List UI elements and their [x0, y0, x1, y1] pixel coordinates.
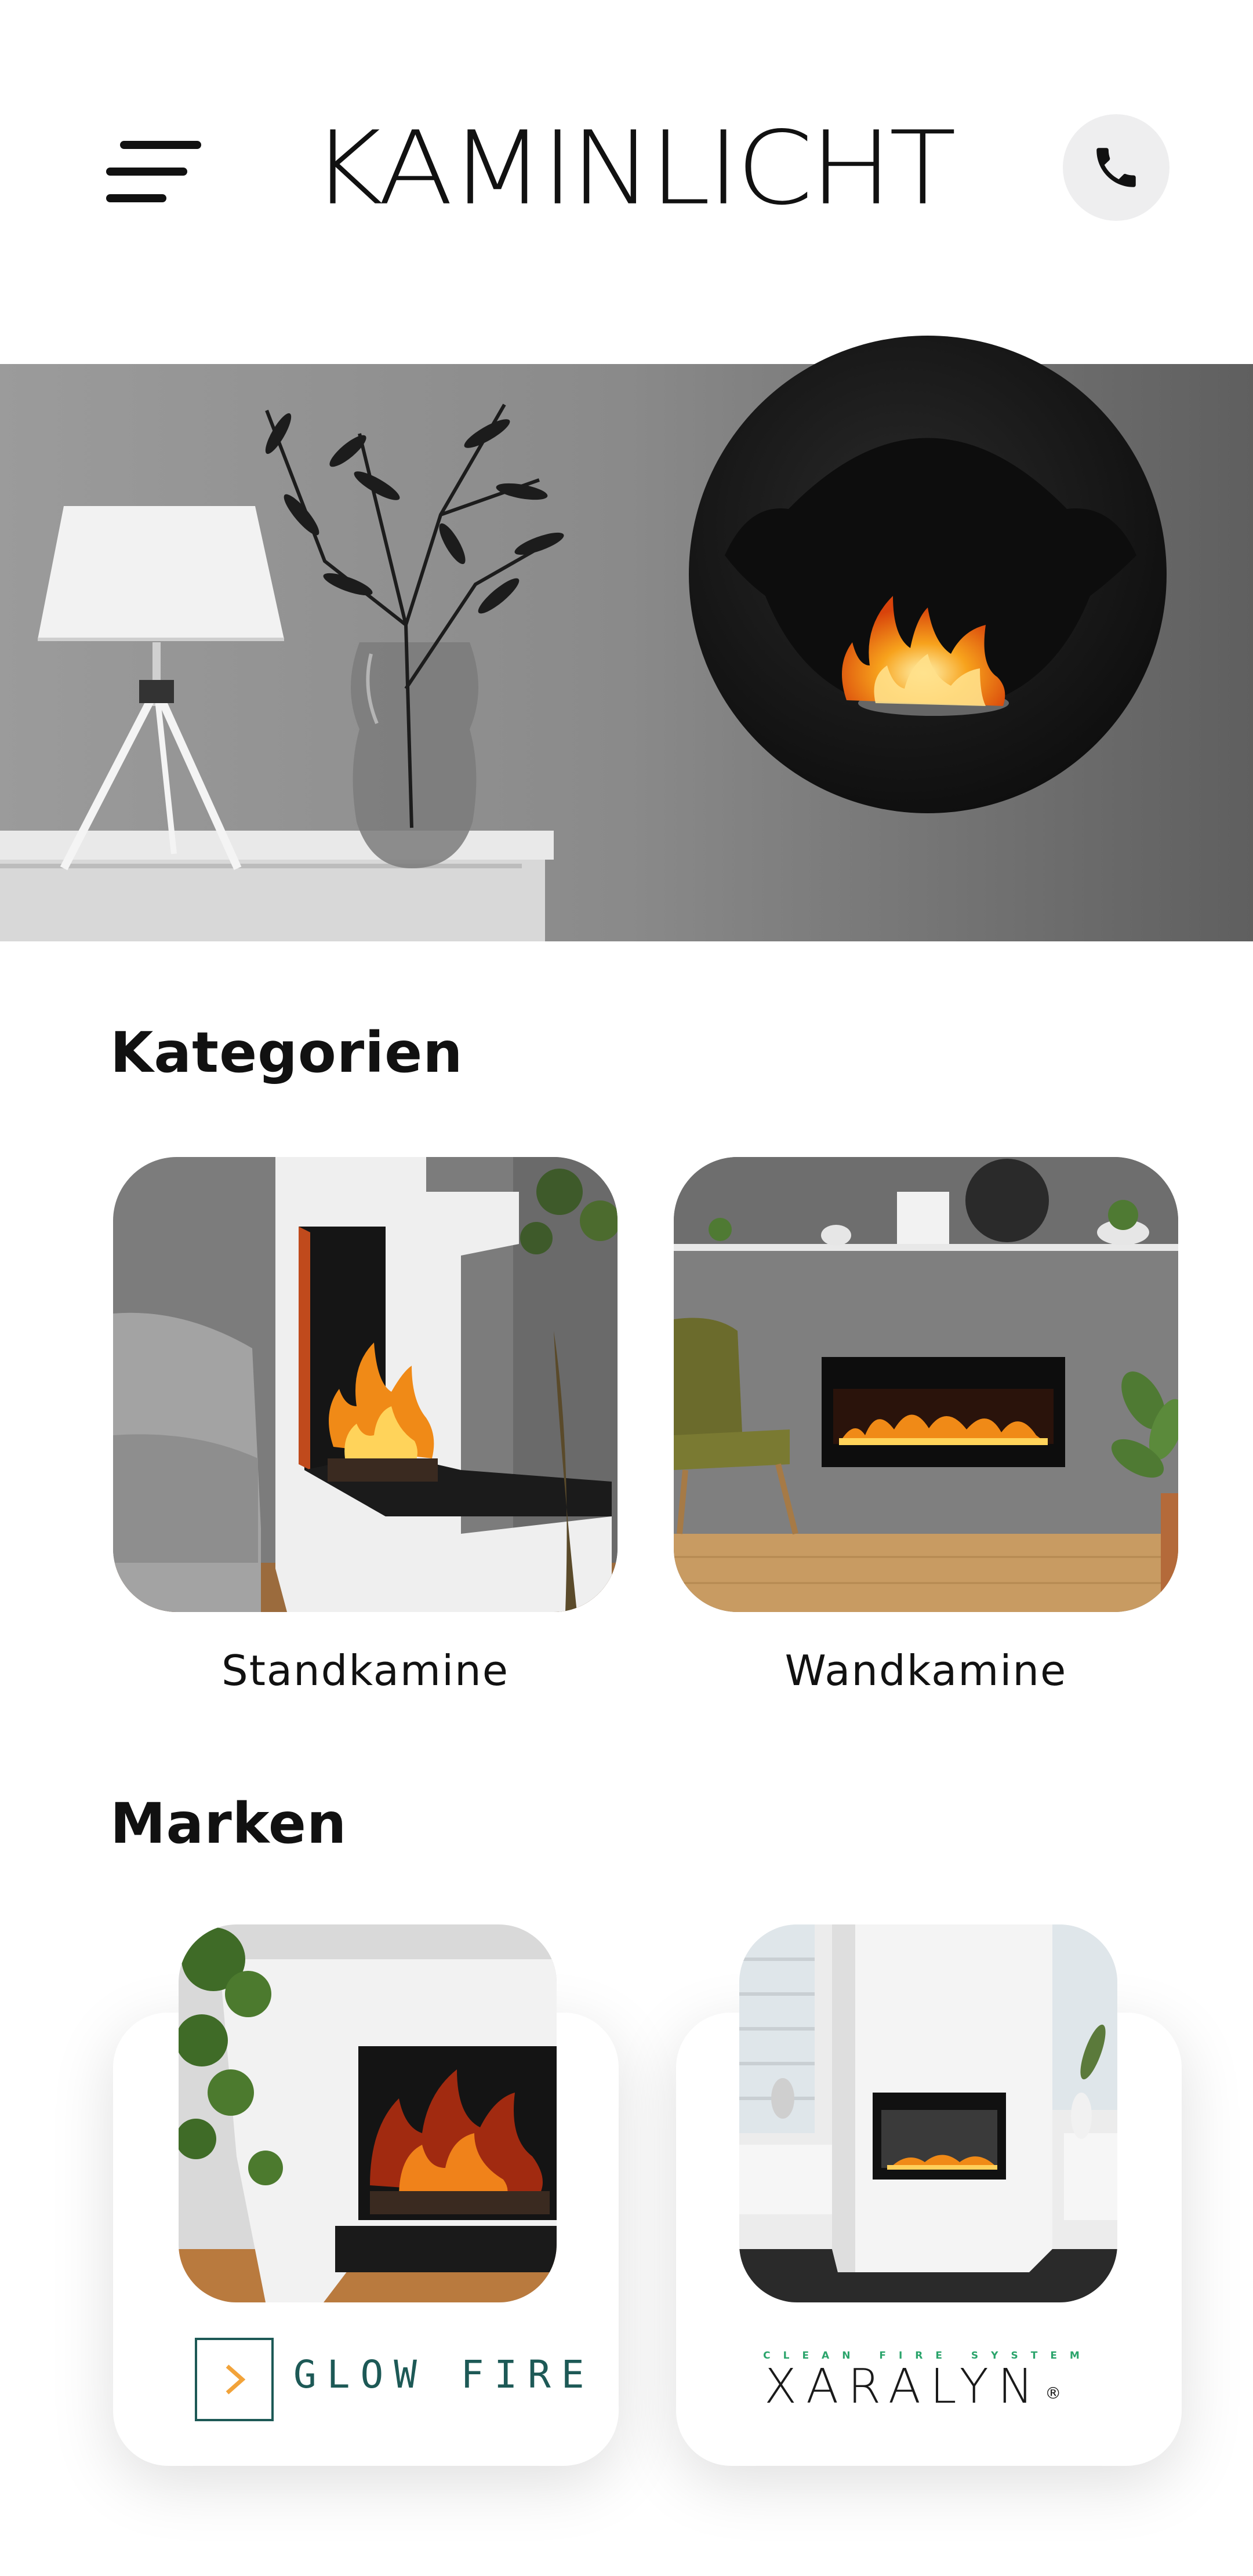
hero-image: [0, 336, 1253, 941]
phone-button[interactable]: [1063, 114, 1170, 221]
xaralyn-logo: XARALYN ®: [764, 2359, 1061, 2414]
phone-icon: [1096, 148, 1136, 187]
brand-name-glow-fire: GLOW FIRE: [293, 2352, 595, 2397]
logo-text: KAMINLICHT: [311, 109, 957, 227]
glow-fire-fireplace-photo: [179, 1924, 557, 2302]
brand-image-glow-fire[interactable]: [179, 1924, 557, 2302]
category-card-wandkamine[interactable]: [674, 1157, 1178, 1612]
brands-title: Marken: [110, 1791, 347, 1856]
registered-mark-icon: ®: [1045, 2384, 1062, 2403]
category-label-wandkamine: Wandkamine: [785, 1646, 1067, 1695]
categories-title: Kategorien: [110, 1020, 463, 1085]
category-label-standkamine: Standkamine: [221, 1646, 509, 1695]
wall-fireplace-photo: [674, 1157, 1178, 1612]
glow-fire-logo-mark: [195, 2338, 274, 2421]
brand-name-xaralyn: XARALYN: [764, 2359, 1043, 2414]
brand-logo[interactable]: KAMINLICHT: [311, 109, 957, 227]
brand-image-xaralyn[interactable]: [739, 1924, 1117, 2302]
category-card-standkamine[interactable]: [113, 1157, 618, 1612]
xaralyn-fireplace-photo: [739, 1924, 1117, 2302]
menu-button[interactable]: [106, 141, 201, 202]
standing-fireplace-photo: [113, 1157, 618, 1612]
chevron-right-icon: [226, 2364, 246, 2395]
